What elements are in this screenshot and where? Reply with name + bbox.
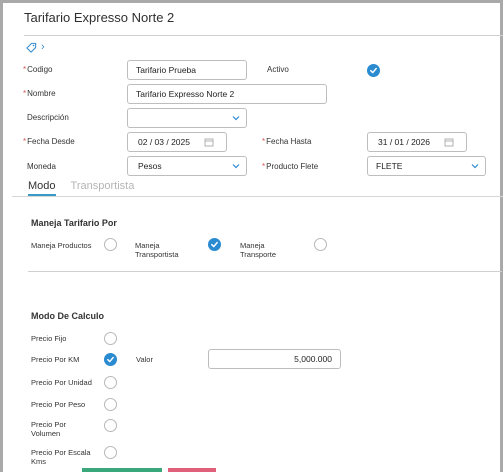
- required-mark: *: [23, 89, 27, 98]
- bottom-button-pink[interactable]: [168, 468, 216, 472]
- fecha-hasta-value: 31 / 01 / 2026: [378, 137, 430, 147]
- precio-fijo-radio[interactable]: [104, 332, 117, 345]
- precio-por-km-label: Precio Por KM: [31, 355, 80, 364]
- required-mark: *: [23, 137, 27, 146]
- nombre-value: Tarifario Expresso Norte 2: [136, 89, 235, 99]
- valor-input[interactable]: 5,000.000: [208, 349, 341, 369]
- precio-por-peso-radio[interactable]: [104, 398, 117, 411]
- fecha-desde-label-text: Fecha Desde: [27, 137, 75, 146]
- producto-flete-label-text: Producto Flete: [266, 162, 319, 171]
- producto-flete-value: FLETE: [376, 161, 403, 171]
- precio-por-km-radio[interactable]: [104, 353, 117, 366]
- tabs-divider: [12, 196, 503, 197]
- maneja-section-title: Maneja Tarifario Por: [31, 218, 117, 228]
- valor-label: Valor: [136, 355, 153, 364]
- fecha-desde-input[interactable]: 02 / 03 / 2025: [127, 132, 227, 152]
- required-mark: *: [23, 65, 27, 74]
- precio-por-escala-kms-radio[interactable]: [104, 446, 117, 459]
- chevron-down-icon: [232, 164, 240, 169]
- section-divider: [28, 271, 502, 272]
- chevron-down-icon: [232, 116, 240, 121]
- chevron-down-icon: [471, 164, 479, 169]
- codigo-label-text: Codigo: [27, 65, 53, 74]
- title-divider: [24, 35, 503, 36]
- fecha-desde-value: 02 / 03 / 2025: [138, 137, 190, 147]
- nombre-input[interactable]: Tarifario Expresso Norte 2: [127, 84, 327, 104]
- breadcrumb[interactable]: ›: [26, 41, 45, 53]
- tab-bar: Modo Transportista: [28, 180, 134, 197]
- precio-por-volumen-label: Precio Por Volumen: [31, 420, 67, 438]
- precio-por-peso-label: Precio Por Peso: [31, 400, 86, 409]
- moneda-select[interactable]: Pesos: [127, 156, 247, 176]
- required-mark: *: [262, 162, 266, 171]
- tab-modo[interactable]: Modo: [28, 180, 56, 197]
- fecha-desde-label: *Fecha Desde: [23, 137, 75, 146]
- producto-flete-select[interactable]: FLETE: [367, 156, 486, 176]
- descripcion-label: Descripción: [27, 113, 69, 122]
- codigo-value: Tarifario Prueba: [136, 65, 197, 75]
- bottom-button-green[interactable]: [82, 468, 162, 472]
- moneda-label: Moneda: [27, 162, 56, 171]
- moneda-value: Pesos: [138, 161, 162, 171]
- codigo-label: *Codigo: [23, 65, 52, 74]
- maneja-productos-label: Maneja Productos: [31, 241, 92, 250]
- precio-por-unidad-radio[interactable]: [104, 376, 117, 389]
- producto-flete-label: *Producto Flete: [262, 162, 318, 171]
- precio-por-volumen-radio[interactable]: [104, 419, 117, 432]
- check-icon: [107, 356, 114, 363]
- maneja-productos-radio[interactable]: [104, 238, 117, 251]
- precio-por-unidad-label: Precio Por Unidad: [31, 378, 92, 387]
- calendar-icon[interactable]: [204, 137, 214, 147]
- check-icon: [211, 241, 218, 248]
- maneja-transportista-label: Maneja Transportista: [135, 241, 179, 259]
- tag-icon[interactable]: [26, 42, 37, 53]
- page-title: Tarifario Expresso Norte 2: [24, 10, 175, 25]
- modo-calculo-title: Modo De Calculo: [31, 311, 105, 321]
- fecha-hasta-label-text: Fecha Hasta: [266, 137, 312, 146]
- precio-por-escala-kms-label: Precio Por Escala Kms: [31, 448, 91, 466]
- maneja-transportista-radio[interactable]: [208, 238, 221, 251]
- precio-fijo-label: Precio Fijo: [31, 334, 67, 343]
- valor-value: 5,000.000: [294, 354, 332, 364]
- activo-checkbox[interactable]: [367, 64, 380, 77]
- calendar-icon[interactable]: [444, 137, 454, 147]
- breadcrumb-chevron[interactable]: ›: [41, 41, 45, 53]
- fecha-hasta-input[interactable]: 31 / 01 / 2026: [367, 132, 467, 152]
- maneja-transporte-radio[interactable]: [314, 238, 327, 251]
- nombre-label: *Nombre: [23, 89, 56, 98]
- fecha-hasta-label: *Fecha Hasta: [262, 137, 311, 146]
- tab-transportista[interactable]: Transportista: [71, 180, 135, 197]
- check-icon: [370, 67, 377, 74]
- activo-label: Activo: [267, 65, 289, 74]
- maneja-transporte-label: Maneja Transporte: [240, 241, 276, 259]
- descripcion-select[interactable]: [127, 108, 247, 128]
- codigo-input[interactable]: Tarifario Prueba: [127, 60, 247, 80]
- nombre-label-text: Nombre: [27, 89, 56, 98]
- required-mark: *: [262, 137, 266, 146]
